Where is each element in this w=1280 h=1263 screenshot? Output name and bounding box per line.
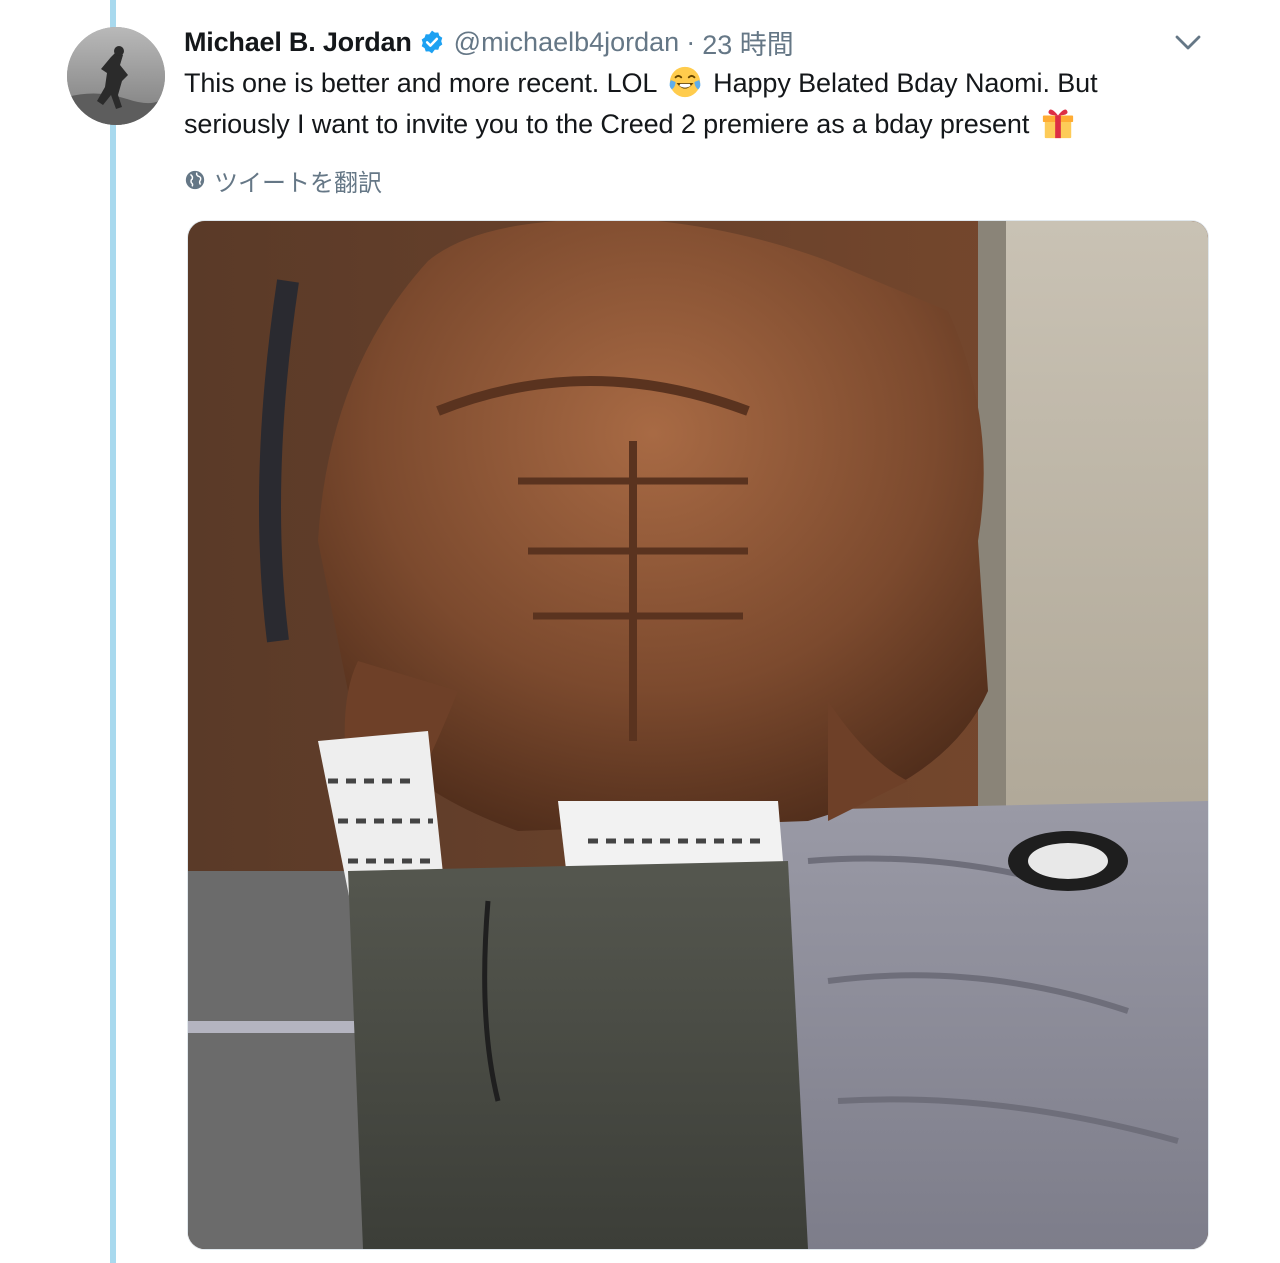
tweet-media-photo[interactable] <box>187 220 1209 1250</box>
thread-connector-line <box>110 0 116 1263</box>
avatar[interactable] <box>67 27 165 125</box>
chevron-down-icon[interactable] <box>1172 28 1204 56</box>
avatar-image <box>67 27 165 125</box>
translate-label[interactable]: ツイートを翻訳 <box>214 163 382 198</box>
tweet-text-segment: This one is better and more recent. LOL <box>184 68 657 98</box>
tweet-photo-image <box>188 221 1208 1249</box>
globe-icon <box>185 170 205 190</box>
tweet-text-line-2: seriously I want to invite you to the Cr… <box>184 104 1224 145</box>
translate-tweet-link[interactable]: ツイートを翻訳 <box>184 163 382 198</box>
separator-dot: · <box>686 26 696 57</box>
user-handle[interactable]: @michaelb4jordan <box>454 27 680 58</box>
laughing-crying-emoji-icon <box>669 66 701 98</box>
display-name[interactable]: Michael B. Jordan <box>184 27 412 58</box>
tweet-header: Michael B. Jordan @michaelb4jordan · 23 … <box>184 24 794 60</box>
tweet-text-segment: seriously I want to invite you to the Cr… <box>184 109 1030 139</box>
tweet-text: This one is better and more recent. LOL … <box>184 63 1224 145</box>
tweet-text-line-1: This one is better and more recent. LOL … <box>184 63 1224 104</box>
timestamp[interactable]: 23 時間 <box>702 23 794 62</box>
tweet-text-segment: Happy Belated Bday Naomi. But <box>713 68 1098 98</box>
gift-emoji-icon <box>1042 109 1073 139</box>
verified-badge-icon <box>421 30 442 54</box>
